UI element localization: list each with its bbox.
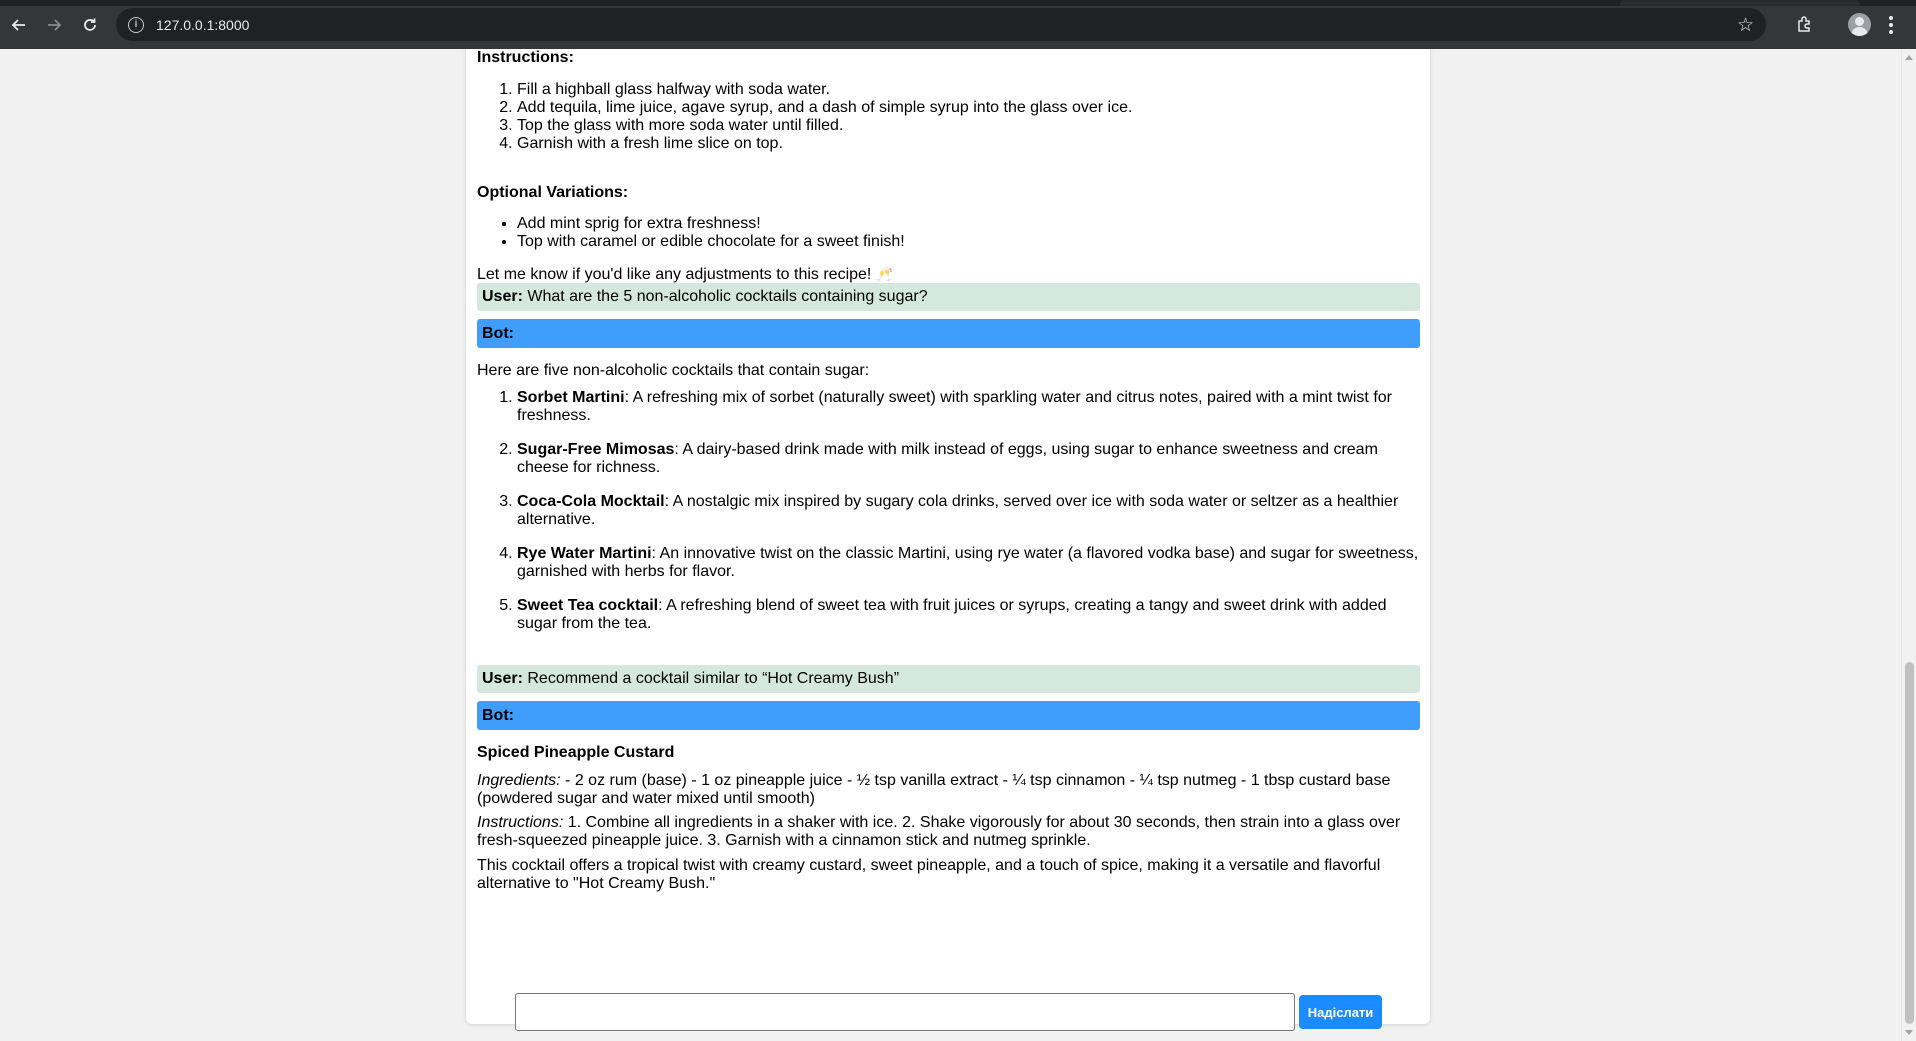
user-message-text: Recommend a cocktail similar to “Hot Cre… xyxy=(527,670,900,687)
message-input[interactable] xyxy=(515,993,1295,1031)
profile-avatar-icon[interactable] xyxy=(1848,13,1871,36)
chat-box: Instructions: Fill a highball glass half… xyxy=(466,49,1430,1024)
list-item: Garnish with a fresh lime slice on top. xyxy=(517,135,1132,153)
scroll-down-icon[interactable] xyxy=(1905,1030,1913,1035)
page-viewport: Instructions: Fill a highball glass half… xyxy=(0,49,1916,1041)
tab-strip xyxy=(0,0,1916,6)
back-icon[interactable] xyxy=(7,13,31,37)
instructions-list: Fill a highball glass halfway with soda … xyxy=(477,81,1132,153)
list-item: Top the glass with more soda water until… xyxy=(517,117,1132,135)
glass-icon: 🥂 xyxy=(875,266,894,282)
user-message-text: What are the 5 non-alcoholic cocktails c… xyxy=(527,288,928,305)
bookmark-star-icon[interactable]: ☆ xyxy=(1737,14,1754,37)
bot-label-bar: Bot: xyxy=(477,701,1420,730)
site-info-icon[interactable]: i xyxy=(128,16,144,33)
list-item: Rye Water Martini: An innovative twist o… xyxy=(517,545,1420,581)
list-item: Sugar-Free Mimosas: A dairy-based drink … xyxy=(517,441,1420,477)
browser-toolbar: i 127.0.0.1:8000 ☆ xyxy=(0,0,1916,49)
recipe-closing: Let me know if you'd like any adjustment… xyxy=(477,266,894,283)
bot-label-bar: Bot: xyxy=(477,319,1420,348)
list-item: Fill a highball glass halfway with soda … xyxy=(517,81,1132,99)
list-item: Sweet Tea cocktail: A refreshing blend o… xyxy=(517,597,1420,633)
user-label: User: xyxy=(482,288,523,305)
forward-icon[interactable] xyxy=(42,13,66,37)
scrollbar-thumb[interactable] xyxy=(1905,662,1914,1024)
list-item: Top with caramel or edible chocolate for… xyxy=(517,233,905,251)
list-item: Add tequila, lime juice, agave syrup, an… xyxy=(517,99,1132,117)
extensions-icon[interactable] xyxy=(1794,13,1816,35)
cocktail-list: Sorbet Martini: A refreshing mix of sorb… xyxy=(477,389,1420,649)
variations-heading: Optional Variations: xyxy=(477,184,629,201)
url-text: 127.0.0.1:8000 xyxy=(156,16,250,33)
variations-list: Add mint sprig for extra freshness! Top … xyxy=(477,215,905,251)
recipe-title: Spiced Pineapple Custard xyxy=(477,744,675,761)
bot-intro: Here are five non-alcoholic cocktails th… xyxy=(477,362,870,379)
recipe-ingredients: Ingredients: - 2 oz rum (base) - 1 oz pi… xyxy=(477,772,1391,807)
scroll-up-icon[interactable] xyxy=(1905,55,1913,60)
bot-label: Bot: xyxy=(482,325,514,342)
instructions-heading: Instructions: xyxy=(477,49,574,66)
list-item: Sorbet Martini: A refreshing mix of sorb… xyxy=(517,389,1420,425)
address-bar[interactable]: i 127.0.0.1:8000 ☆ xyxy=(116,8,1766,41)
scrollbar[interactable] xyxy=(1901,49,1916,1041)
list-item: Coca-Cola Mocktail: A nostalgic mix insp… xyxy=(517,493,1420,529)
bot-label: Bot: xyxy=(482,707,514,724)
reload-icon[interactable] xyxy=(78,13,102,37)
user-label: User: xyxy=(482,670,523,687)
user-message: User: What are the 5 non-alcoholic cockt… xyxy=(477,283,1420,311)
recipe-closing: This cocktail offers a tropical twist wi… xyxy=(477,857,1381,892)
user-message: User: Recommend a cocktail similar to “H… xyxy=(477,665,1420,693)
recipe-instructions: Instructions: 1. Combine all ingredients… xyxy=(477,814,1401,849)
more-menu-icon[interactable] xyxy=(1886,13,1896,37)
list-item: Add mint sprig for extra freshness! xyxy=(517,215,905,233)
send-button[interactable]: Надіслати xyxy=(1299,995,1382,1029)
tab-edge xyxy=(1620,0,1860,6)
